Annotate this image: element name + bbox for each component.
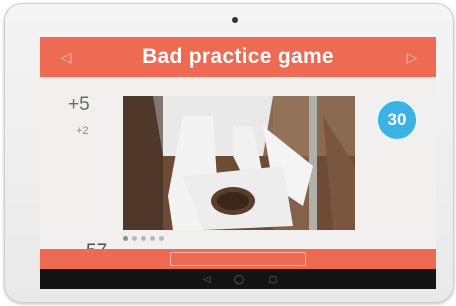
pager-dot[interactable] xyxy=(123,236,128,241)
tablet-device: ◁ Bad practice game ▷ +5 +2 score 57 xyxy=(4,3,454,303)
page-title: Bad practice game xyxy=(142,45,334,68)
pager-dot[interactable] xyxy=(141,236,146,241)
front-camera xyxy=(232,17,238,23)
recent-apps-icon[interactable]: ▢ xyxy=(266,273,280,285)
photo-illustration xyxy=(123,96,355,230)
game-photo[interactable] xyxy=(123,96,355,230)
pager-dots xyxy=(123,236,164,241)
home-icon[interactable]: ◯ xyxy=(232,273,246,285)
score-panel: +5 +2 score 57 xyxy=(40,77,122,262)
action-button[interactable] xyxy=(170,252,306,266)
pager-dot[interactable] xyxy=(132,236,137,241)
app-screen: ◁ Bad practice game ▷ +5 +2 score 57 xyxy=(40,37,436,289)
back-icon[interactable]: ◁ xyxy=(200,273,214,285)
action-bar xyxy=(40,249,436,269)
timer-value: 30 xyxy=(387,110,407,129)
pager-dot[interactable] xyxy=(150,236,155,241)
chevron-right-icon[interactable]: ▷ xyxy=(404,48,420,66)
countdown-timer: 30 xyxy=(376,99,418,141)
points-secondary: +2 xyxy=(76,125,89,137)
chevron-left-icon[interactable]: ◁ xyxy=(58,48,74,66)
pager-dot[interactable] xyxy=(159,236,164,241)
game-header: ◁ Bad practice game ▷ xyxy=(40,37,436,77)
system-navbar: ◁ ◯ ▢ xyxy=(40,269,436,289)
points-main: +5 xyxy=(68,94,90,115)
